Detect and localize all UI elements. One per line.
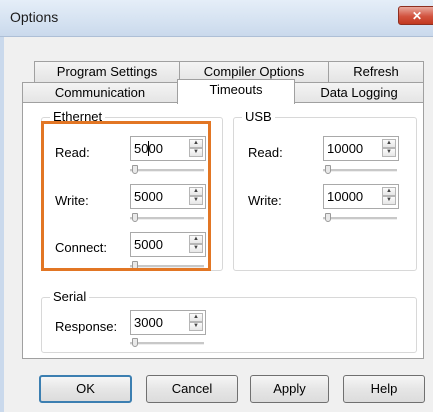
usb-write-value[interactable]: 10000: [327, 189, 363, 204]
usb-write-spinner[interactable]: 10000 ▲ ▼: [323, 184, 399, 209]
help-button[interactable]: Help: [343, 375, 425, 403]
close-button[interactable]: ✕: [398, 6, 433, 25]
usb-group-title: USB: [242, 109, 275, 124]
slider-thumb[interactable]: [132, 338, 138, 347]
title-bar[interactable]: Options ✕: [0, 0, 433, 37]
serial-response-value[interactable]: 3000: [134, 315, 163, 330]
tab-timeouts[interactable]: Timeouts: [177, 79, 295, 104]
usb-read-value[interactable]: 10000: [327, 141, 363, 156]
usb-write-slider[interactable]: [323, 213, 397, 222]
slider-thumb[interactable]: [325, 213, 331, 222]
spin-down-icon[interactable]: ▼: [382, 148, 396, 157]
tab-data-logging[interactable]: Data Logging: [294, 82, 424, 103]
usb-read-spinner[interactable]: 10000 ▲ ▼: [323, 136, 399, 161]
serial-response-spinner[interactable]: 3000 ▲ ▼: [130, 310, 206, 335]
window-border: [0, 37, 4, 412]
usb-read-slider[interactable]: [323, 165, 397, 174]
serial-group-title: Serial: [50, 289, 90, 304]
spin-down-icon[interactable]: ▼: [189, 322, 203, 331]
spin-up-icon[interactable]: ▲: [382, 187, 396, 196]
window-title: Options: [10, 9, 59, 25]
tab-refresh[interactable]: Refresh: [328, 61, 424, 82]
tab-program-settings[interactable]: Program Settings: [34, 61, 180, 82]
serial-response-label: Response:: [55, 319, 118, 334]
tab-communication[interactable]: Communication: [22, 82, 178, 103]
highlight-box: [41, 121, 211, 271]
usb-read-label: Read:: [248, 145, 283, 160]
serial-response-slider[interactable]: [130, 338, 204, 347]
spin-down-icon[interactable]: ▼: [382, 196, 396, 205]
spin-up-icon[interactable]: ▲: [382, 139, 396, 148]
spin-up-icon[interactable]: ▲: [189, 313, 203, 322]
ok-button[interactable]: OK: [39, 375, 132, 403]
usb-write-label: Write:: [248, 193, 282, 208]
apply-button[interactable]: Apply: [250, 375, 329, 403]
text-cursor: [148, 141, 149, 156]
options-dialog: Options ✕ Program Settings Compiler Opti…: [0, 0, 433, 412]
slider-thumb[interactable]: [325, 165, 331, 174]
cancel-button[interactable]: Cancel: [146, 375, 238, 403]
close-icon: ✕: [411, 9, 423, 23]
